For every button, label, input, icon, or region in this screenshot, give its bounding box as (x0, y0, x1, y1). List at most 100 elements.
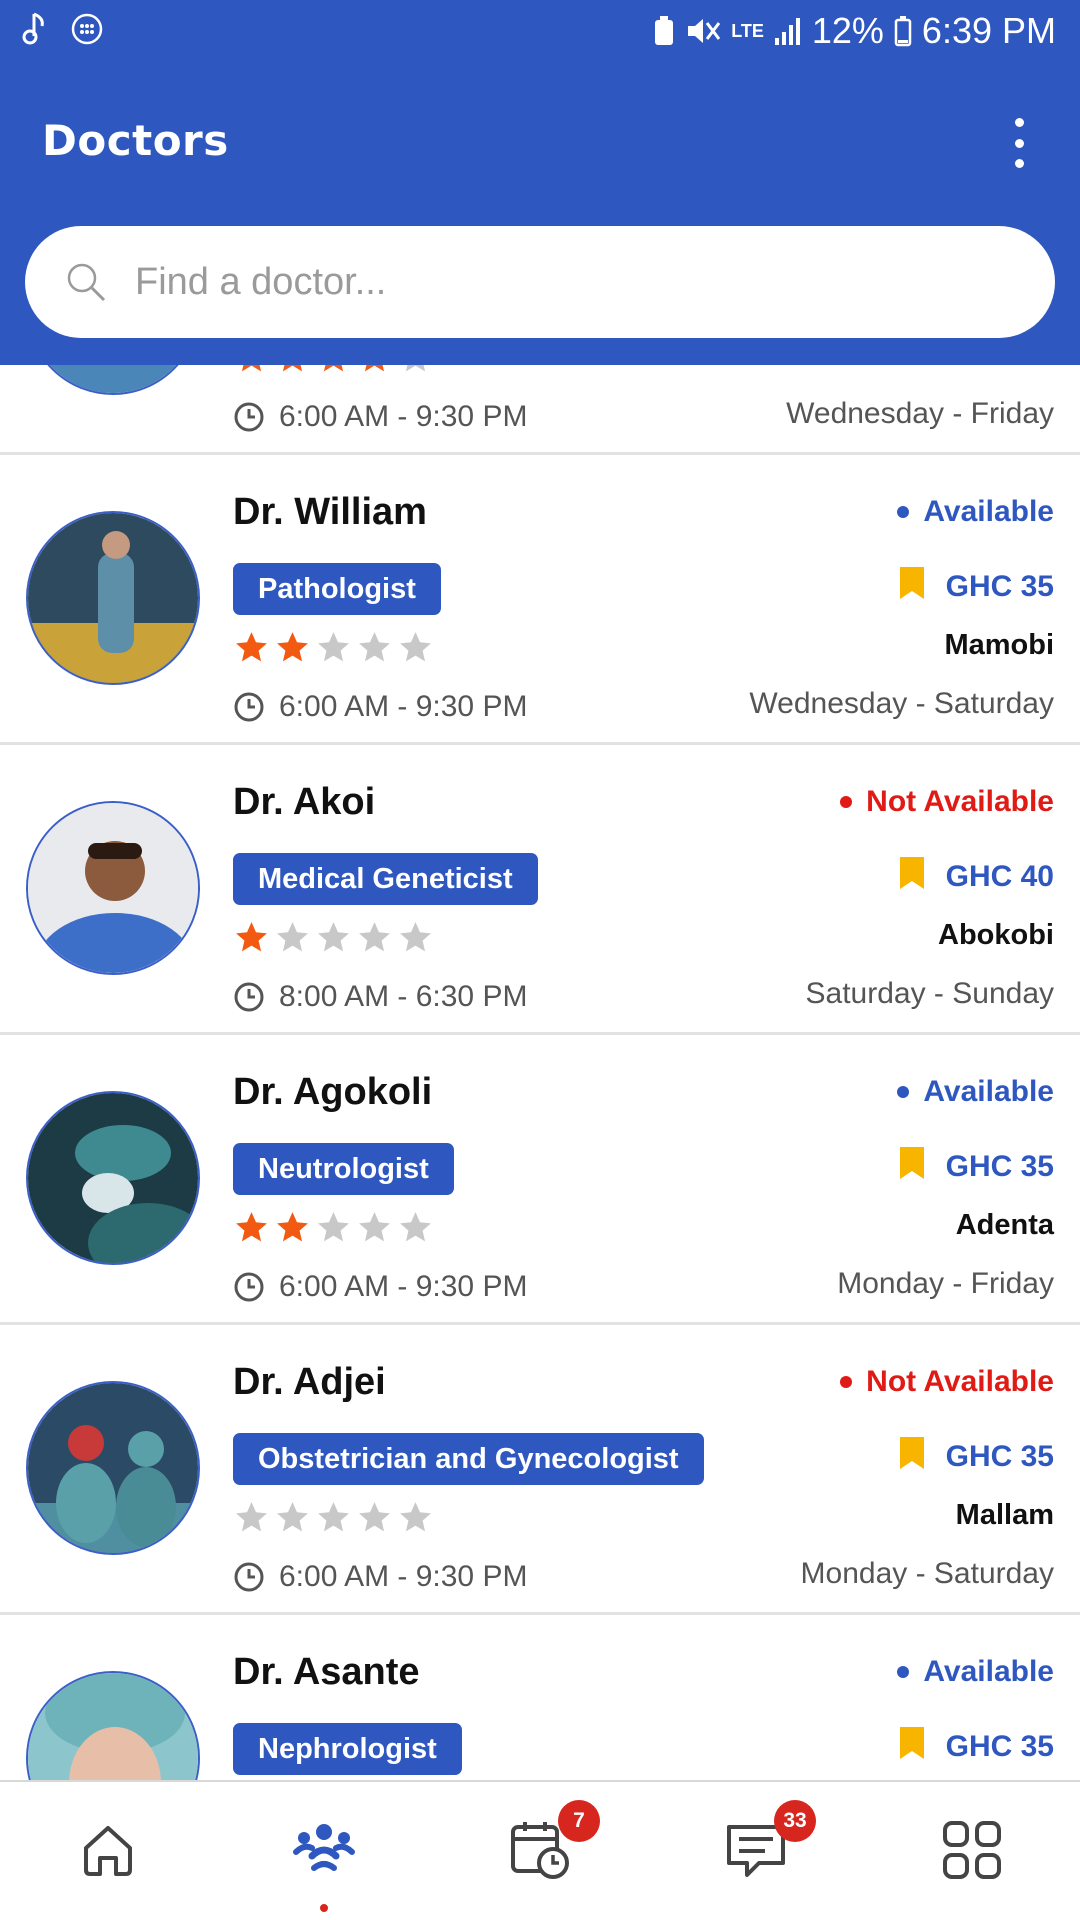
home-icon (80, 1822, 136, 1883)
doctor-card[interactable]: Dr. William Pathologist 6:00 AM - 9:30 P… (0, 455, 1080, 745)
availability-dot (897, 1086, 910, 1098)
doctor-card[interactable]: Dr. Adjei Obstetrician and Gynecologist … (0, 1325, 1080, 1615)
specialty-badge: Obstetrician and Gynecologist (233, 1433, 704, 1485)
doctor-avatar (26, 1381, 200, 1555)
doctor-days: Wednesday - Friday (786, 397, 1054, 430)
availability-text: Available (923, 1075, 1054, 1108)
availability-text: Available (923, 495, 1054, 528)
doctor-avatar (26, 1091, 200, 1265)
doctor-name: Dr. William (233, 491, 427, 533)
star-empty-icon (359, 1502, 390, 1532)
star-empty-icon (318, 1212, 349, 1242)
doctor-hours: 6:00 AM - 9:30 PM (233, 1270, 527, 1304)
hours-text: 8:00 AM - 6:30 PM (279, 980, 528, 1013)
nav-messages[interactable]: 33 (716, 1800, 816, 1892)
nav-more[interactable] (932, 1812, 1012, 1892)
availability-dot (897, 1666, 910, 1678)
availability-dot (840, 796, 853, 808)
bookmark-icon (898, 565, 926, 609)
availability-text: Available (923, 1655, 1054, 1688)
network-type: LTE (731, 20, 764, 41)
doctor-card[interactable]: Dr. Akoi Medical Geneticist 8:00 AM - 6:… (0, 745, 1080, 1035)
menu-dot (1014, 138, 1024, 148)
hours-text: 6:00 AM - 9:30 PM (279, 690, 528, 723)
star-empty-icon (277, 922, 308, 952)
page-title: Doctors (42, 116, 229, 165)
clock-icon (233, 1271, 265, 1303)
rating-stars (233, 629, 434, 666)
doctor-card[interactable]: Dr. Asante Nephrologist Available GHC 35 (0, 1615, 1080, 1780)
bookmark-icon (898, 1145, 926, 1189)
doctor-price: GHC 35 (898, 565, 1054, 609)
battery-saver-icon (653, 15, 675, 47)
star-filled-icon (277, 632, 308, 662)
nav-home[interactable] (68, 1812, 148, 1892)
hours-text: 6:00 AM - 9:30 PM (279, 400, 528, 433)
nav-doctors[interactable] (284, 1812, 364, 1892)
doctor-days: Monday - Friday (837, 1267, 1054, 1300)
star-filled-icon (236, 922, 267, 952)
status-right: LTE 12% 6:39 PM (653, 10, 1056, 52)
star-empty-icon (236, 1502, 267, 1532)
availability-dot (897, 506, 910, 518)
doctor-days: Saturday - Sunday (805, 977, 1054, 1010)
bookmark-icon (898, 855, 926, 899)
star-empty-icon (400, 632, 431, 662)
star-empty-icon (400, 922, 431, 952)
menu-dot (1014, 159, 1024, 168)
doctor-price: GHC 35 (898, 1435, 1054, 1479)
doctor-price: GHC 35 (898, 1725, 1054, 1769)
star-filled-icon (277, 1212, 308, 1242)
doctor-hours: 8:00 AM - 6:30 PM (233, 980, 527, 1014)
app-notification-icon (70, 12, 104, 46)
availability-status: Available (897, 1655, 1054, 1689)
doctor-location: Mallam (955, 1499, 1054, 1531)
star-empty-icon (359, 1212, 390, 1242)
music-note-icon (22, 12, 48, 46)
availability-status: Not Available (840, 1365, 1054, 1399)
nav-appointments[interactable]: 7 (500, 1800, 600, 1892)
clock-icon (233, 1561, 265, 1593)
clock-icon (233, 981, 265, 1013)
bookmark-icon (898, 1435, 926, 1479)
star-empty-icon (318, 632, 349, 662)
star-empty-icon (277, 1502, 308, 1532)
app-header: LTE 12% 6:39 PM Doctors (0, 0, 1080, 365)
active-indicator (320, 1904, 328, 1912)
price-text: GHC 35 (945, 1730, 1054, 1763)
doctor-card[interactable]: Dr. Agokoli Neutrologist 6:00 AM - 9:30 … (0, 1035, 1080, 1325)
doctor-avatar (26, 511, 200, 685)
price-text: GHC 40 (945, 860, 1054, 893)
doctor-days: Wednesday - Saturday (749, 687, 1054, 720)
status-left (22, 12, 104, 46)
search-input[interactable] (135, 260, 935, 304)
price-text: GHC 35 (945, 1440, 1054, 1473)
availability-status: Available (897, 495, 1054, 529)
specialty-badge: Nephrologist (233, 1723, 462, 1775)
specialty-badge: Neutrologist (233, 1143, 454, 1195)
doctors-icon (292, 1818, 356, 1887)
search-bar[interactable] (25, 226, 1055, 338)
availability-dot (840, 1376, 853, 1388)
star-empty-icon (400, 1212, 431, 1242)
doctor-avatar (26, 1671, 200, 1780)
notification-badge: 7 (558, 1800, 600, 1842)
bookmark-icon (898, 1725, 926, 1769)
bottom-navigation: 7 33 (0, 1780, 1080, 1920)
star-empty-icon (359, 922, 390, 952)
specialty-badge: Medical Geneticist (233, 853, 538, 905)
star-empty-icon (318, 1502, 349, 1532)
screen: Korlebu 6:00 AM - 9:30 PM Wednesday - Fr… (0, 0, 1080, 1920)
battery-percent: 12% (811, 10, 884, 51)
availability-status: Available (897, 1075, 1054, 1109)
status-bar: LTE 12% 6:39 PM (0, 0, 1080, 64)
doctor-hours: 6:00 AM - 9:30 PM (233, 690, 527, 724)
doctor-name: Dr. Akoi (233, 781, 376, 823)
signal-icon (774, 16, 802, 46)
clock-icon (233, 691, 265, 723)
overflow-menu-button[interactable] (1004, 118, 1034, 168)
doctor-location: Mamobi (944, 629, 1054, 661)
grid-menu-icon (941, 1819, 1003, 1886)
battery-icon (894, 15, 912, 47)
doctor-name: Dr. Agokoli (233, 1071, 433, 1113)
